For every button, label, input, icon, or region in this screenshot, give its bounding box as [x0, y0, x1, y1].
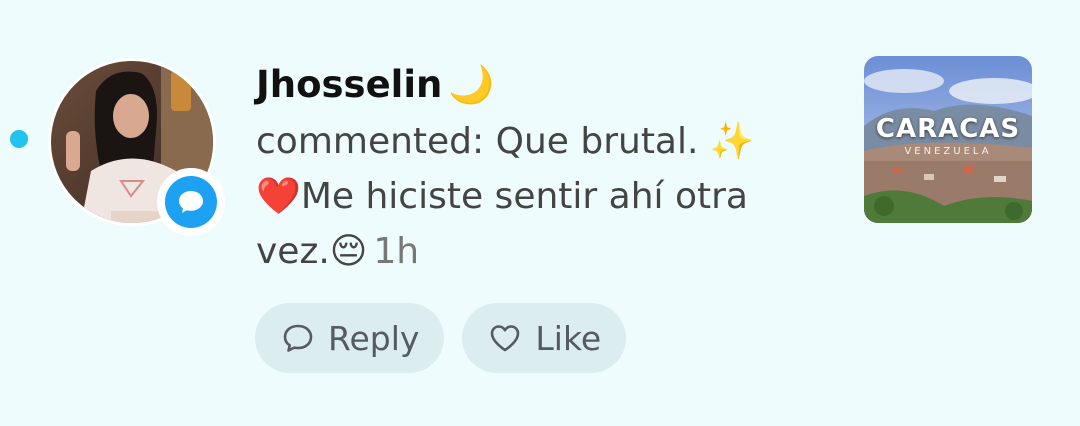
heart-emoji: ❤️ — [256, 176, 301, 217]
comment-prefix: commented: Que brutal. — [256, 121, 699, 162]
like-button[interactable]: Like — [462, 303, 627, 373]
comment-text: commented: Que brutal. ✨ ❤️Me hiciste se… — [256, 114, 816, 279]
thumbnail-subtitle: VENEZUELA — [904, 146, 992, 157]
thumbnail-title: CARACAS — [875, 114, 1021, 144]
unread-indicator-dot — [10, 130, 28, 148]
like-label: Like — [535, 318, 602, 358]
reply-button[interactable]: Reply — [255, 303, 445, 373]
comment-badge — [157, 168, 225, 236]
comment-bubble-icon — [179, 191, 203, 213]
username[interactable]: Jhosselin — [256, 63, 442, 106]
notification-content[interactable]: Jhosselin 🌙 commented: Que brutal. ✨ ❤️Me… — [256, 56, 816, 279]
post-thumbnail[interactable]: CARACAS VENEZUELA — [864, 56, 1032, 223]
speech-bubble-icon — [280, 320, 316, 356]
time-ago: 1h — [373, 231, 420, 272]
avatar-container[interactable] — [48, 58, 225, 236]
sparkle-emoji: ✨ — [709, 121, 755, 162]
action-buttons: Reply Like — [255, 303, 627, 373]
heart-outline-icon — [487, 320, 523, 356]
moon-emoji: 🌙 — [448, 63, 495, 106]
pensive-emoji: 😔 — [329, 231, 368, 272]
reply-label: Reply — [328, 318, 420, 358]
username-row: Jhosselin 🌙 — [256, 56, 816, 114]
